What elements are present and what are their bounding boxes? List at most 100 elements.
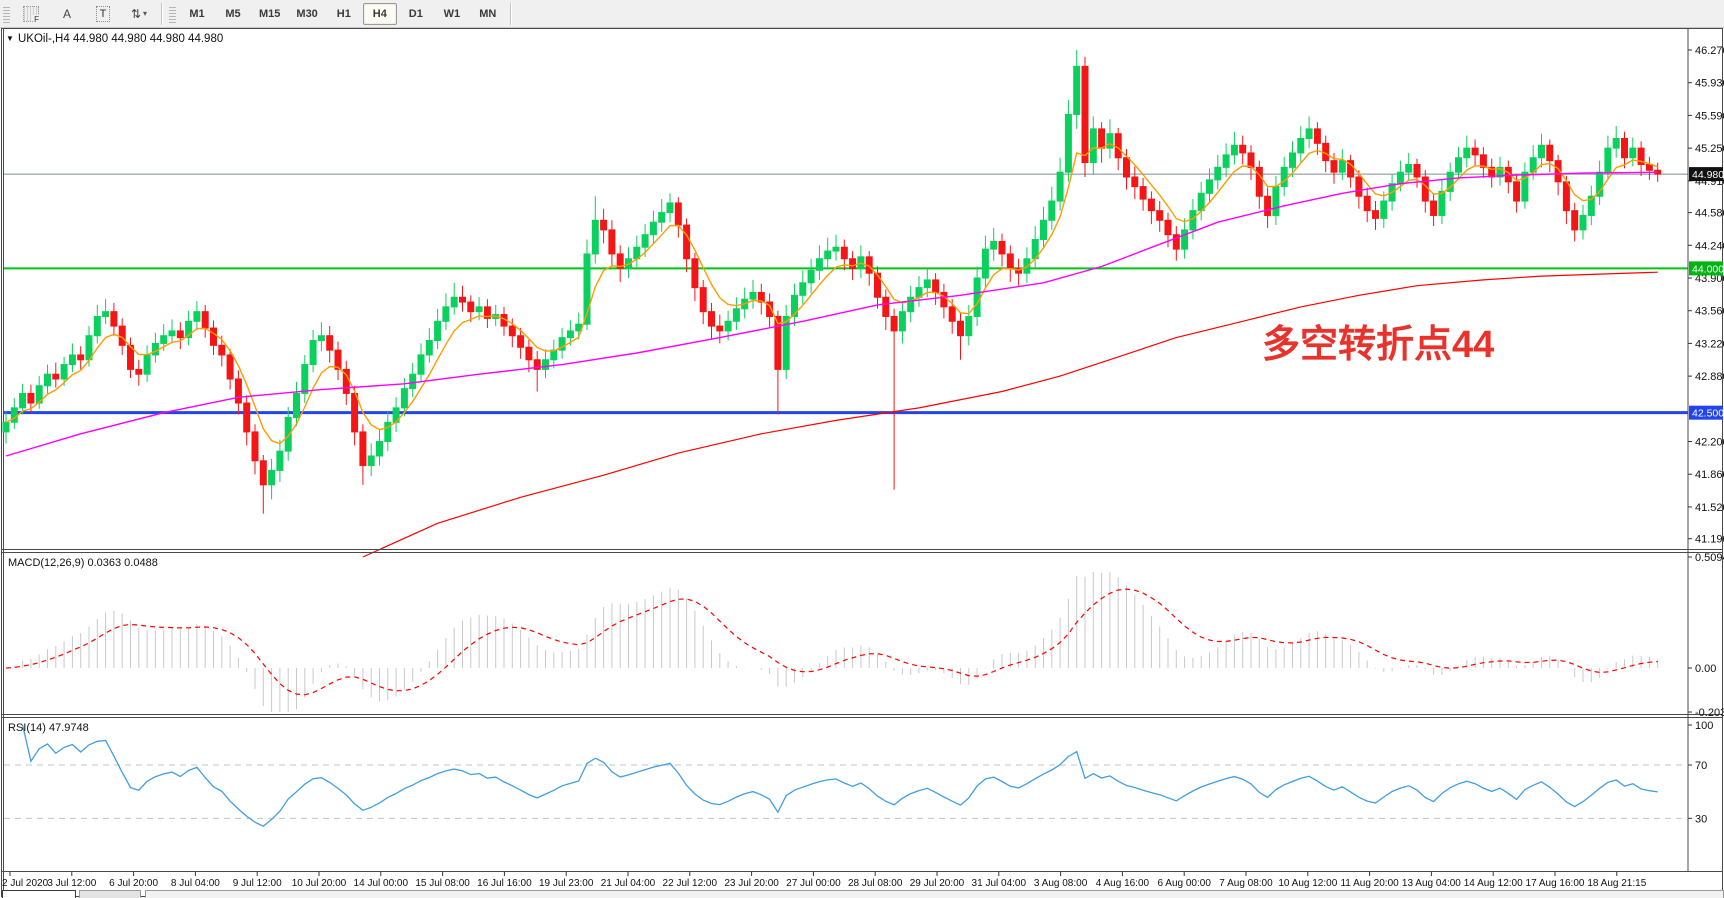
terminal-window: F A T ⇅ ▾ M1 M5 M15 M30 H1 H4 D1 W1 MN 多… bbox=[0, 0, 1724, 898]
date-label: 3 Aug 08:00 bbox=[1034, 878, 1088, 889]
date-label: 15 Jul 08:00 bbox=[415, 878, 470, 889]
candle-body bbox=[1165, 220, 1171, 234]
candle-body bbox=[891, 316, 897, 330]
date-label: 6 Aug 00:00 bbox=[1158, 878, 1212, 889]
candle-body bbox=[11, 408, 17, 422]
candle-body bbox=[899, 312, 905, 331]
price-tick-label: 41.520 bbox=[1695, 502, 1724, 514]
candle-body bbox=[1248, 153, 1254, 167]
candle-body bbox=[1115, 134, 1121, 158]
timeframe-button-h1[interactable]: H1 bbox=[327, 3, 361, 25]
candle-body bbox=[111, 312, 117, 326]
candle-body bbox=[136, 369, 142, 374]
candle-body bbox=[1414, 164, 1420, 177]
price-badge-label: 42.500 bbox=[1692, 408, 1724, 420]
candle-body bbox=[659, 213, 665, 223]
chart-canvas[interactable]: 多空转折点4446.27045.93045.59045.25044.91044.… bbox=[0, 0, 1724, 898]
chart-tab[interactable] bbox=[79, 890, 141, 898]
timeframe-button-w1[interactable]: W1 bbox=[435, 3, 469, 25]
candle-body bbox=[1140, 187, 1146, 200]
candle-body bbox=[1622, 139, 1628, 158]
candle-body bbox=[1273, 187, 1279, 216]
candle-body bbox=[667, 203, 673, 213]
candle-body bbox=[1223, 155, 1229, 168]
candle-body bbox=[725, 321, 731, 331]
chart-window-border bbox=[2, 29, 1723, 897]
candle-body bbox=[302, 365, 308, 394]
candle-body bbox=[20, 393, 26, 407]
candle-body bbox=[269, 470, 275, 484]
candle-body bbox=[61, 365, 67, 379]
candle-body bbox=[119, 326, 125, 345]
dropdown-caret-icon[interactable]: ▾ bbox=[143, 9, 147, 18]
chart-tab-active[interactable] bbox=[2, 890, 76, 898]
toolbar: F A T ⇅ ▾ M1 M5 M15 M30 H1 H4 D1 W1 MN bbox=[0, 0, 1724, 28]
candle-body bbox=[310, 341, 316, 365]
price-tick-label: 45.590 bbox=[1695, 110, 1724, 122]
candle-body bbox=[260, 461, 266, 485]
toolbar-drag-grip[interactable] bbox=[3, 5, 10, 23]
timeframe-button-h4[interactable]: H4 bbox=[363, 3, 397, 25]
candle-body bbox=[958, 321, 964, 335]
rsi-tick-label: 30 bbox=[1695, 813, 1707, 825]
candle-body bbox=[1580, 215, 1586, 229]
candle-body bbox=[733, 309, 739, 322]
candle-body bbox=[169, 331, 175, 336]
candle-body bbox=[211, 328, 217, 345]
cycle-arrows-icon[interactable]: ⇅ ▾ bbox=[122, 3, 156, 25]
candle-body bbox=[1397, 172, 1403, 184]
candle-body bbox=[941, 292, 947, 306]
timeframe-drag-grip[interactable] bbox=[169, 5, 176, 23]
date-label: 10 Jul 20:00 bbox=[292, 878, 347, 889]
candle-body bbox=[592, 220, 598, 254]
timeframe-button-d1[interactable]: D1 bbox=[399, 3, 433, 25]
toolbar-separator-2 bbox=[510, 3, 511, 25]
timeframe-button-mn[interactable]: MN bbox=[471, 3, 505, 25]
timeframe-button-m1[interactable]: M1 bbox=[180, 3, 214, 25]
candle-body bbox=[368, 456, 374, 466]
candle-body bbox=[709, 312, 715, 326]
toolbar-separator bbox=[161, 3, 162, 25]
annotation-text[interactable]: 多空转折点44 bbox=[1262, 324, 1494, 366]
text-tool-icon[interactable]: T bbox=[86, 3, 120, 25]
candle-body bbox=[825, 251, 831, 259]
candle[interactable] bbox=[783, 305, 789, 379]
candle-body bbox=[1148, 199, 1154, 211]
date-label: 18 Aug 21:15 bbox=[1587, 878, 1646, 889]
candle-body bbox=[949, 307, 955, 321]
candle-body bbox=[401, 389, 407, 408]
date-label: 2 Jul 2020 bbox=[2, 878, 49, 889]
current-price-line-badge: 44.980 bbox=[1689, 167, 1724, 181]
date-label: 7 Aug 08:00 bbox=[1219, 878, 1273, 889]
timeframe-button-m30[interactable]: M30 bbox=[289, 3, 324, 25]
arrow-tool-icon[interactable]: A bbox=[50, 3, 84, 25]
candle-body bbox=[327, 336, 333, 350]
candle-body bbox=[1339, 161, 1345, 173]
candle-body bbox=[1240, 145, 1246, 153]
date-label: 9 Jul 12:00 bbox=[233, 878, 282, 889]
date-label: 8 Jul 04:00 bbox=[171, 878, 220, 889]
date-label: 14 Jul 00:00 bbox=[354, 878, 409, 889]
price-badge-label: 44.000 bbox=[1692, 263, 1724, 275]
candle-body bbox=[410, 374, 416, 388]
candle-body bbox=[426, 341, 432, 355]
candle[interactable] bbox=[1082, 57, 1088, 177]
chart-shift-grid-icon[interactable]: F bbox=[14, 3, 48, 25]
date-label: 22 Jul 12:00 bbox=[663, 878, 718, 889]
candle-body bbox=[1132, 177, 1138, 187]
candle-body bbox=[161, 336, 167, 344]
timeframe-button-m5[interactable]: M5 bbox=[216, 3, 250, 25]
date-label: 10 Aug 12:00 bbox=[1278, 878, 1337, 889]
candle-body bbox=[1572, 211, 1578, 230]
date-label: 27 Jul 00:00 bbox=[786, 878, 841, 889]
timeframe-button-m15[interactable]: M15 bbox=[252, 3, 287, 25]
candle-body bbox=[1646, 164, 1652, 170]
candle-body bbox=[1514, 182, 1520, 201]
candle-body bbox=[144, 355, 150, 374]
candle-body bbox=[443, 307, 449, 321]
collapse-triangle-icon[interactable]: ▼ bbox=[6, 34, 14, 43]
candle-body bbox=[974, 278, 980, 316]
candle-body bbox=[933, 280, 939, 293]
candle-body bbox=[700, 288, 706, 312]
candle-body bbox=[1207, 180, 1213, 193]
